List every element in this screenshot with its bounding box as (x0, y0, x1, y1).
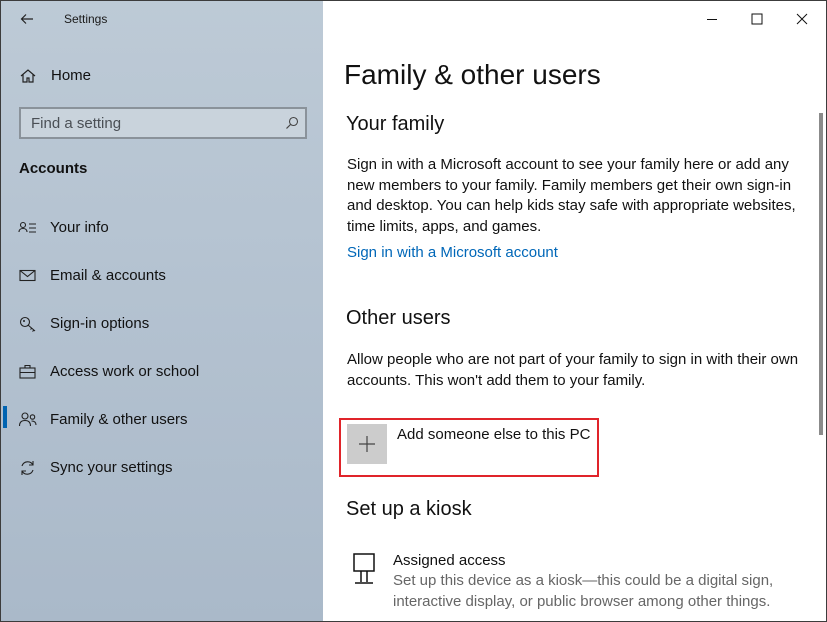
key-icon (19, 316, 36, 332)
close-icon (796, 13, 808, 25)
sidebar-item-label: Email & accounts (50, 267, 166, 284)
content-pane: Family & other users Your family Sign in… (323, 1, 826, 621)
kiosk-icon (353, 553, 375, 584)
add-someone-label[interactable]: Add someone else to this PC (397, 426, 590, 443)
navigation-pane: Settings Home Accounts Your info (1, 1, 323, 621)
minimize-button[interactable] (689, 1, 735, 37)
people-icon (18, 412, 37, 427)
selection-indicator (3, 406, 7, 428)
home-icon (20, 69, 36, 83)
family-heading: Your family (346, 113, 445, 135)
sidebar-item-access-work-school[interactable]: Access work or school (1, 351, 323, 391)
sidebar-item-sign-in-options[interactable]: Sign-in options (1, 303, 323, 343)
add-someone-button[interactable] (347, 424, 387, 464)
search-icon[interactable] (285, 116, 299, 130)
page-title: Family & other users (344, 59, 601, 90)
briefcase-icon (19, 364, 36, 379)
sidebar-item-family-other-users[interactable]: Family & other users (1, 399, 323, 439)
assigned-access-title[interactable]: Assigned access (393, 552, 506, 569)
person-card-icon (18, 221, 36, 233)
family-description: Sign in with a Microsoft account to see … (347, 156, 796, 235)
sync-icon (21, 461, 34, 475)
other-users-description: Allow people who are not part of your fa… (347, 351, 799, 389)
sidebar-item-sync-settings[interactable]: Sync your settings (1, 447, 323, 487)
back-arrow-icon (20, 14, 33, 24)
back-button[interactable] (11, 5, 43, 33)
sidebar-item-label: Family & other users (50, 411, 188, 428)
assigned-access-description: Set up this device as a kiosk—this could… (393, 572, 774, 610)
maximize-button[interactable] (734, 1, 780, 37)
sidebar-item-label: Home (51, 67, 92, 84)
settings-window: Settings Home Accounts Your info (0, 0, 827, 622)
scrollbar[interactable] (819, 113, 823, 435)
kiosk-heading: Set up a kiosk (346, 498, 472, 520)
sidebar-item-home[interactable]: Home (1, 61, 323, 91)
sign-in-microsoft-link[interactable]: Sign in with a Microsoft account (347, 244, 558, 261)
minimize-icon (707, 19, 717, 20)
close-button[interactable] (779, 1, 825, 37)
sidebar-item-label: Your info (50, 219, 109, 236)
section-heading: Accounts (19, 160, 88, 177)
sidebar-item-your-info[interactable]: Your info (1, 207, 323, 247)
other-users-heading: Other users (346, 307, 451, 329)
search-input[interactable] (21, 110, 271, 136)
sidebar-item-label: Access work or school (50, 363, 200, 380)
app-title: Settings (64, 12, 108, 26)
sidebar-item-label: Sync your settings (50, 459, 173, 476)
plus-icon (359, 436, 375, 452)
maximize-icon (751, 13, 763, 25)
search-box (19, 107, 307, 139)
sidebar-item-email-accounts[interactable]: Email & accounts (1, 255, 323, 295)
sidebar-item-label: Sign-in options (50, 315, 150, 332)
mail-icon (19, 269, 36, 282)
